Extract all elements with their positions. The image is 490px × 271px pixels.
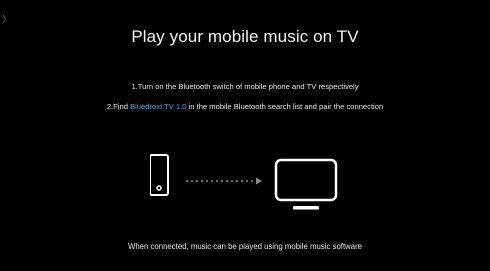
device-name: Bluedroid TV 1.0 [130,102,187,111]
instruction-step-2: 2.Find Bluedroid TV 1.0 in the mobile Bl… [0,102,490,111]
page-title: Play your mobile music on TV [131,27,359,46]
phone-to-tv-illustration [150,154,338,210]
mobile-phone-icon [150,154,169,196]
step-2-suffix: in the mobile Bluetooth search list and … [186,102,384,111]
step-2-prefix: 2.Find [106,102,131,111]
instruction-step-1: 1.Turn on the Bluetooth switch of mobile… [131,82,359,91]
tv-icon [274,158,338,210]
corner-glyph-icon [2,14,7,24]
bluetooth-music-screen: Play your mobile music on TV 1.Turn on t… [0,0,490,271]
connection-hint: When connected, music can be played usin… [127,242,363,251]
dotted-arrow-icon [186,177,262,185]
